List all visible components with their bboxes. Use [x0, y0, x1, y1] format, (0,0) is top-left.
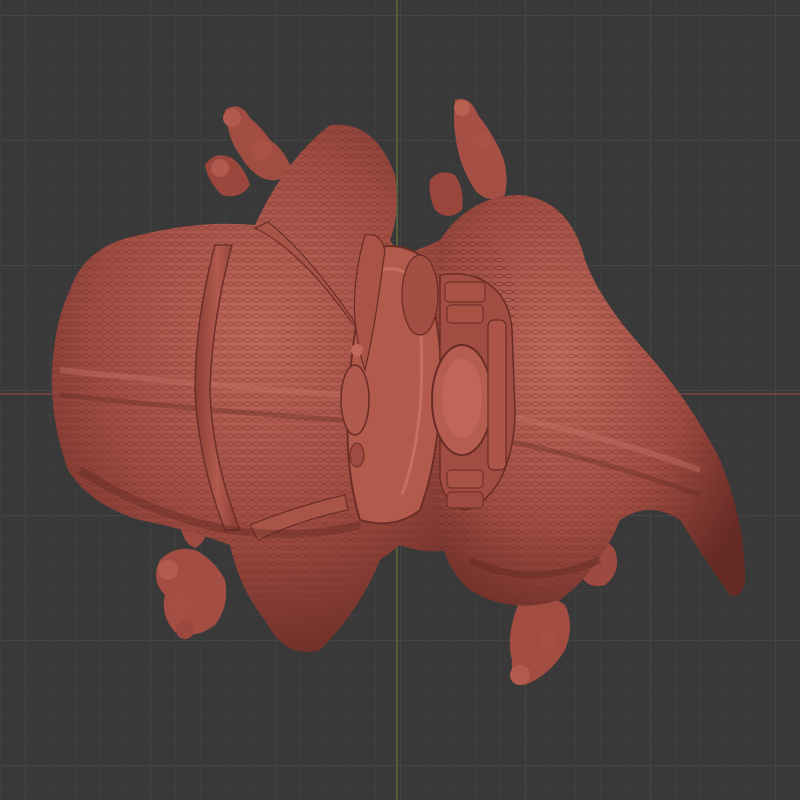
- 3d-viewport[interactable]: [0, 0, 800, 800]
- chest-medallion: [431, 273, 516, 511]
- head-patch: [401, 254, 439, 336]
